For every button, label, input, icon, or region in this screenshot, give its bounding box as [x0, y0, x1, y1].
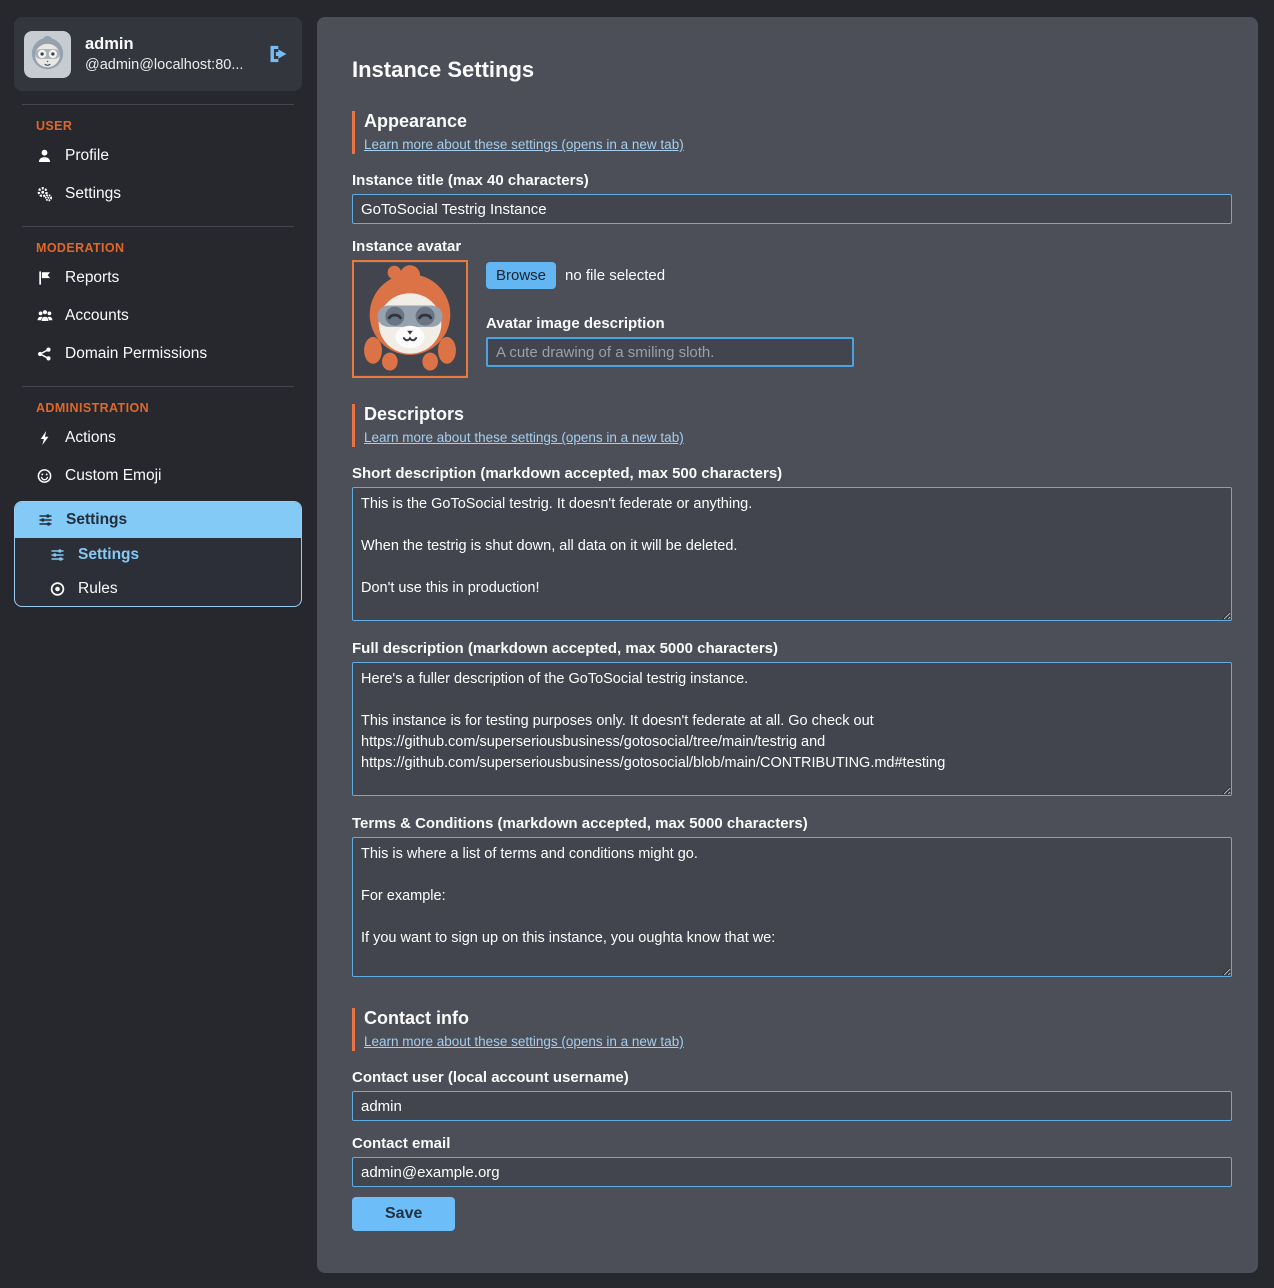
nav-header-user: USER	[36, 119, 302, 133]
user-card[interactable]: admin @admin@localhost:80...	[14, 17, 302, 91]
section-heading: Descriptors	[364, 404, 1232, 425]
section-appearance: Appearance Learn more about these settin…	[352, 111, 1232, 154]
section-heading: Appearance	[364, 111, 1232, 132]
short-description-label: Short description (markdown accepted, ma…	[352, 465, 1232, 482]
nav-header-administration: ADMINISTRATION	[36, 401, 302, 415]
instance-title-label: Instance title (max 40 characters)	[352, 172, 1232, 189]
field-contact-email: Contact email	[352, 1135, 1232, 1187]
sidebar-item-label: Settings	[65, 185, 121, 203]
sliders-icon	[49, 547, 67, 563]
subnav-item-settings[interactable]: Settings	[15, 538, 301, 572]
user-icon	[36, 148, 54, 164]
sidebar: admin @admin@localhost:80... USER Profil…	[14, 17, 302, 607]
smiley-icon	[36, 468, 54, 484]
instance-avatar-label: Instance avatar	[352, 238, 1232, 255]
settings-subnav: Settings Rules	[15, 538, 301, 606]
nav-header-moderation: MODERATION	[36, 241, 302, 255]
user-meta: admin @admin@localhost:80...	[85, 35, 260, 73]
sidebar-item-label: Actions	[65, 429, 116, 447]
dot-circle-icon	[49, 581, 67, 597]
field-full-description: Full description (markdown accepted, max…	[352, 640, 1232, 801]
gears-icon	[36, 186, 54, 202]
sidebar-item-custom-emoji[interactable]: Custom Emoji	[14, 457, 302, 495]
subnav-item-label: Settings	[78, 546, 139, 564]
contact-email-input[interactable]	[352, 1157, 1232, 1187]
sliders-icon	[37, 512, 55, 528]
instance-avatar-image	[352, 260, 468, 378]
page-title: Instance Settings	[352, 57, 1232, 83]
sidebar-item-label: Profile	[65, 147, 109, 165]
divider	[22, 226, 294, 227]
sidebar-item-label: Settings	[66, 511, 127, 529]
terms-label: Terms & Conditions (markdown accepted, m…	[352, 815, 1232, 832]
contact-email-label: Contact email	[352, 1135, 1232, 1152]
sidebar-item-profile[interactable]: Profile	[14, 137, 302, 175]
sidebar-item-domain-permissions[interactable]: Domain Permissions	[14, 335, 302, 373]
sign-out-icon[interactable]	[266, 42, 290, 66]
contact-user-label: Contact user (local account username)	[352, 1069, 1232, 1086]
contact-user-input[interactable]	[352, 1091, 1232, 1121]
field-terms: Terms & Conditions (markdown accepted, m…	[352, 815, 1232, 982]
save-button[interactable]: Save	[352, 1197, 455, 1231]
sidebar-item-settings-active[interactable]: Settings	[15, 502, 301, 538]
settings-nav-block: Settings Settings	[14, 501, 302, 607]
short-description-textarea[interactable]: This is the GoToSocial testrig. It doesn…	[352, 487, 1232, 621]
sidebar-item-reports[interactable]: Reports	[14, 259, 302, 297]
full-description-label: Full description (markdown accepted, max…	[352, 640, 1232, 657]
share-nodes-icon	[36, 346, 54, 362]
avatar-description-input[interactable]	[486, 337, 854, 367]
user-handle: @admin@localhost:80...	[85, 57, 260, 73]
learn-more-link[interactable]: Learn more about these settings (opens i…	[364, 430, 684, 445]
users-icon	[36, 308, 54, 324]
field-instance-avatar: Instance avatar	[352, 238, 1232, 378]
sidebar-item-accounts[interactable]: Accounts	[14, 297, 302, 335]
sidebar-item-actions[interactable]: Actions	[14, 419, 302, 457]
section-heading: Contact info	[364, 1008, 1232, 1029]
instance-settings-panel: Instance Settings Appearance Learn more …	[317, 17, 1258, 1273]
sidebar-item-label: Domain Permissions	[65, 345, 207, 363]
flag-icon	[36, 270, 54, 286]
user-avatar	[24, 31, 71, 78]
user-name: admin	[85, 35, 260, 54]
file-status-text: no file selected	[565, 267, 665, 284]
section-descriptors: Descriptors Learn more about these setti…	[352, 404, 1232, 447]
section-contact-info: Contact info Learn more about these sett…	[352, 1008, 1232, 1051]
learn-more-link[interactable]: Learn more about these settings (opens i…	[364, 1034, 684, 1049]
divider	[22, 104, 294, 105]
sidebar-item-label: Reports	[65, 269, 119, 287]
field-short-description: Short description (markdown accepted, ma…	[352, 465, 1232, 626]
full-description-textarea[interactable]: Here's a fuller description of the GoToS…	[352, 662, 1232, 796]
learn-more-link[interactable]: Learn more about these settings (opens i…	[364, 137, 684, 152]
browse-button[interactable]: Browse	[486, 262, 556, 289]
divider	[22, 386, 294, 387]
subnav-item-label: Rules	[78, 580, 118, 598]
sidebar-item-label: Custom Emoji	[65, 467, 161, 485]
subnav-item-rules[interactable]: Rules	[15, 572, 301, 606]
sidebar-item-label: Accounts	[65, 307, 129, 325]
field-instance-title: Instance title (max 40 characters)	[352, 172, 1232, 224]
instance-title-input[interactable]	[352, 194, 1232, 224]
avatar-description-label: Avatar image description	[486, 315, 858, 332]
terms-textarea[interactable]: This is where a list of terms and condit…	[352, 837, 1232, 977]
sidebar-item-user-settings[interactable]: Settings	[14, 175, 302, 213]
bolt-icon	[36, 430, 54, 446]
field-contact-user: Contact user (local account username)	[352, 1069, 1232, 1121]
